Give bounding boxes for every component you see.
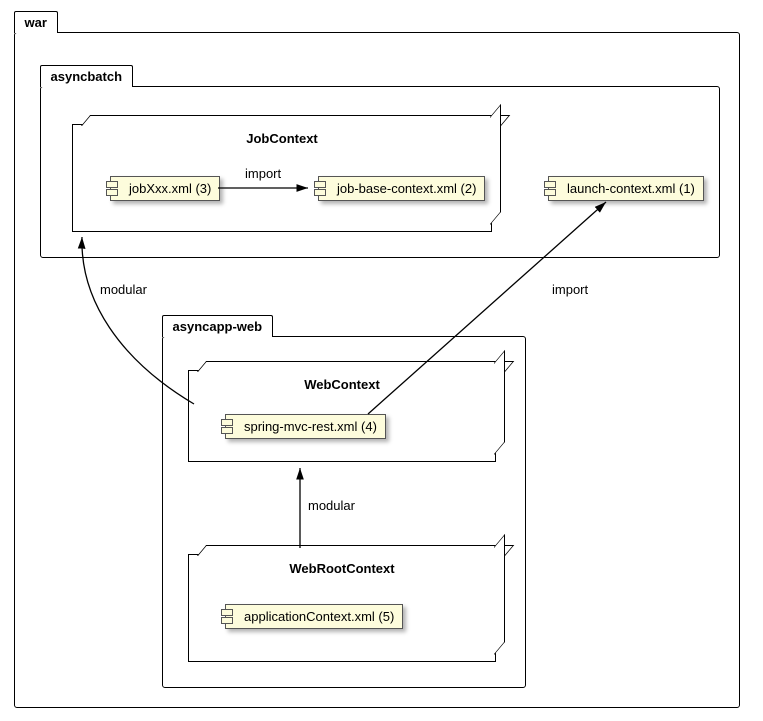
component-spring-mvc-label: spring-mvc-rest.xml (4)	[244, 419, 377, 434]
package-asyncbatch-tab: asyncbatch	[40, 65, 134, 87]
package-war-label: war	[25, 15, 47, 30]
node-web-root-context-title: WebRootContext	[189, 555, 495, 580]
node-web-context-title: WebContext	[189, 371, 495, 396]
component-job-base-label: job-base-context.xml (2)	[337, 181, 476, 196]
package-asyncbatch-label: asyncbatch	[51, 69, 123, 84]
component-launch: launch-context.xml (1)	[548, 176, 704, 201]
component-job-base: job-base-context.xml (2)	[318, 176, 485, 201]
edge-label-import2: import	[552, 282, 588, 297]
component-app-context: applicationContext.xml (5)	[225, 604, 403, 629]
component-spring-mvc: spring-mvc-rest.xml (4)	[225, 414, 386, 439]
edge-label-import1: import	[245, 166, 281, 181]
component-app-context-label: applicationContext.xml (5)	[244, 609, 394, 624]
package-asyncapp-web-label: asyncapp-web	[173, 319, 263, 334]
component-jobxxx-label: jobXxx.xml (3)	[129, 181, 211, 196]
node-job-context-title: JobContext	[73, 125, 491, 150]
edge-label-modular1: modular	[100, 282, 147, 297]
component-jobxxx: jobXxx.xml (3)	[110, 176, 220, 201]
component-launch-label: launch-context.xml (1)	[567, 181, 695, 196]
package-war-tab: war	[14, 11, 58, 33]
package-asyncapp-web-tab: asyncapp-web	[162, 315, 274, 337]
edge-label-modular2: modular	[308, 498, 355, 513]
